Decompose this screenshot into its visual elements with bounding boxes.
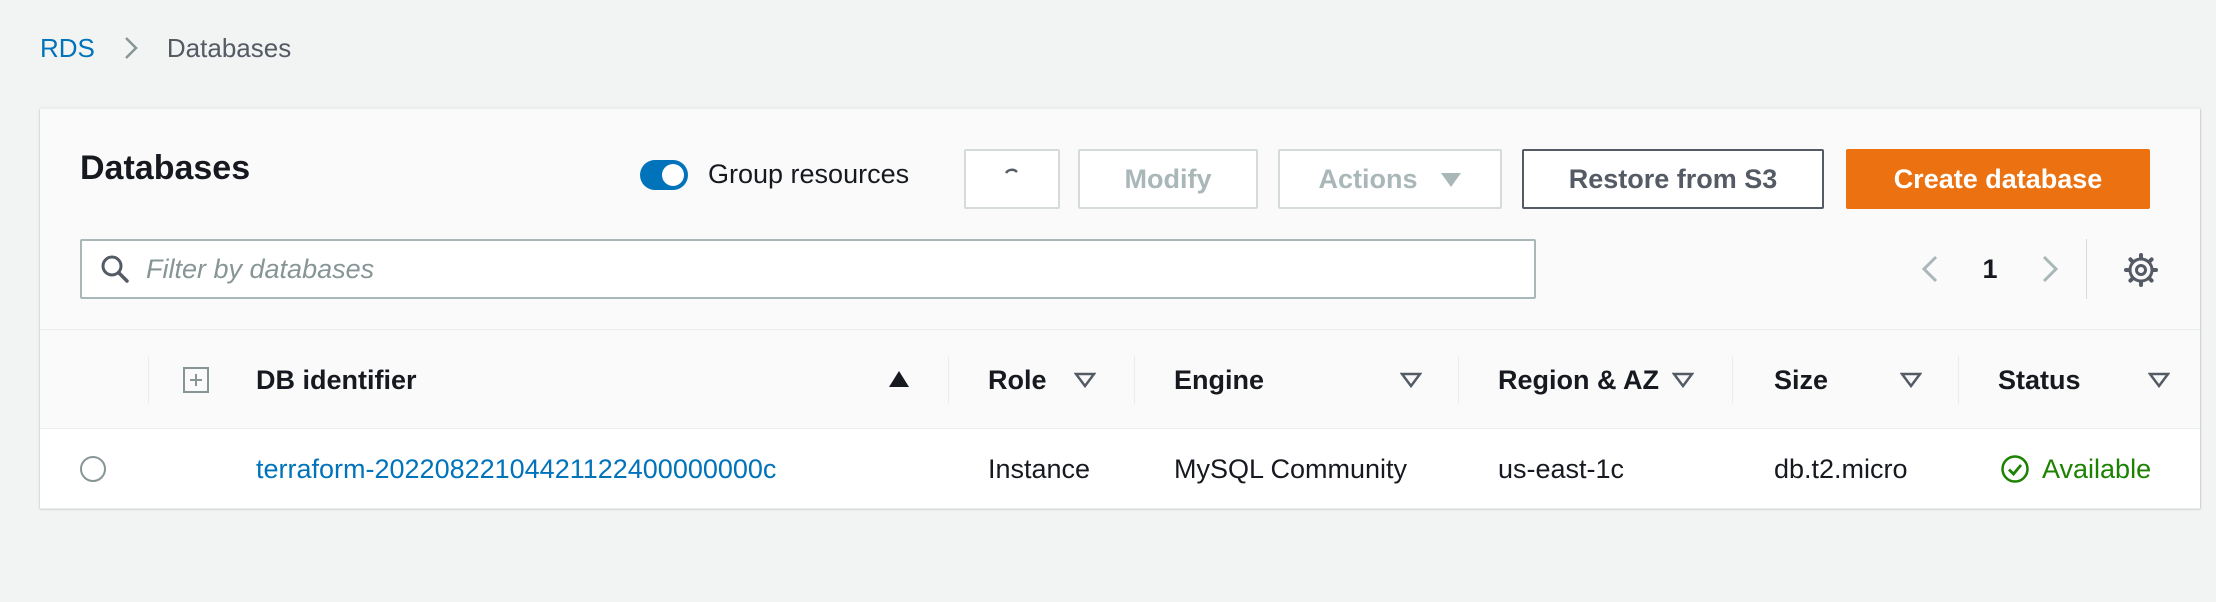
column-header-engine[interactable]: Engine xyxy=(1174,330,1264,430)
table-header: DB identifier Role Engine Region & AZ Si… xyxy=(40,329,2200,429)
current-page-number[interactable]: 1 xyxy=(1950,254,2030,285)
pagination: 1 xyxy=(1910,245,2070,293)
breadcrumb: RDS Databases xyxy=(40,30,291,66)
chevron-right-icon xyxy=(123,35,139,61)
create-button-label: Create database xyxy=(1893,163,2103,194)
column-label: DB identifier xyxy=(256,364,417,395)
breadcrumb-rds-link[interactable]: RDS xyxy=(40,33,95,64)
databases-panel: Databases Group resources Modify Actions… xyxy=(40,108,2200,509)
restore-button-label: Restore from S3 xyxy=(1568,163,1778,194)
actions-dropdown-button[interactable]: Actions xyxy=(1278,149,1502,209)
column-header-role[interactable]: Role xyxy=(988,330,1047,430)
previous-page-button[interactable] xyxy=(1910,254,1950,284)
column-label: Role xyxy=(988,364,1047,395)
column-label: Region & AZ xyxy=(1498,364,1659,395)
modify-button[interactable]: Modify xyxy=(1078,149,1258,209)
caret-down-icon xyxy=(1440,164,1462,195)
column-divider xyxy=(1732,356,1733,404)
column-label: Engine xyxy=(1174,364,1265,395)
row-select-radio[interactable] xyxy=(80,456,106,482)
column-divider xyxy=(148,356,149,404)
column-divider xyxy=(1134,356,1135,404)
page-title: Databases xyxy=(80,149,251,187)
sort-icon[interactable] xyxy=(1400,372,1422,388)
role-cell: Instance xyxy=(988,453,1091,484)
column-label: Status xyxy=(1998,364,2081,395)
column-divider xyxy=(1458,356,1459,404)
sort-icon[interactable] xyxy=(1900,372,1922,388)
restore-from-s3-button[interactable]: Restore from S3 xyxy=(1522,149,1824,209)
column-divider xyxy=(1958,356,1959,404)
group-resources-control: Group resources xyxy=(640,159,909,190)
column-header-db-identifier[interactable]: DB identifier xyxy=(256,330,417,430)
sort-icon[interactable] xyxy=(2148,372,2170,388)
next-page-button[interactable] xyxy=(2030,254,2070,284)
expand-all-icon[interactable] xyxy=(182,366,210,399)
column-header-region-az[interactable]: Region & AZ xyxy=(1498,330,1659,430)
size-cell: db.t2.micro xyxy=(1774,453,1908,484)
table-row[interactable]: terraform-20220822104421122400000000c In… xyxy=(40,429,2200,509)
toggle-knob xyxy=(662,163,684,186)
sort-icon[interactable] xyxy=(1672,372,1694,388)
pager-divider xyxy=(2086,239,2087,299)
actions-button-label: Actions xyxy=(1318,163,1418,194)
status-cell: Available xyxy=(2000,429,2151,509)
column-label: Size xyxy=(1774,364,1829,395)
refresh-button[interactable] xyxy=(964,149,1060,209)
sort-ascending-icon[interactable] xyxy=(888,370,910,388)
group-resources-label: Group resources xyxy=(708,159,910,189)
refresh-icon xyxy=(1000,164,1024,195)
breadcrumb-current: Databases xyxy=(166,32,292,63)
gear-icon[interactable] xyxy=(2124,253,2158,292)
search-input[interactable] xyxy=(146,253,1446,285)
region-az-cell: us-east-1c xyxy=(1498,453,1625,484)
sort-icon[interactable] xyxy=(1074,372,1096,388)
column-divider xyxy=(948,356,949,404)
create-database-button[interactable]: Create database xyxy=(1846,149,2150,209)
filter-search-box xyxy=(80,239,1536,299)
db-identifier-link[interactable]: terraform-20220822104421122400000000c xyxy=(256,429,776,509)
column-header-size[interactable]: Size xyxy=(1774,330,1828,430)
search-icon xyxy=(100,254,130,284)
status-text: Available xyxy=(2042,453,2152,484)
modify-button-label: Modify xyxy=(1124,163,1212,194)
engine-cell: MySQL Community xyxy=(1174,453,1408,484)
check-circle-icon xyxy=(2000,454,2030,484)
column-header-status[interactable]: Status xyxy=(1998,330,2081,430)
group-resources-toggle[interactable] xyxy=(640,159,688,190)
